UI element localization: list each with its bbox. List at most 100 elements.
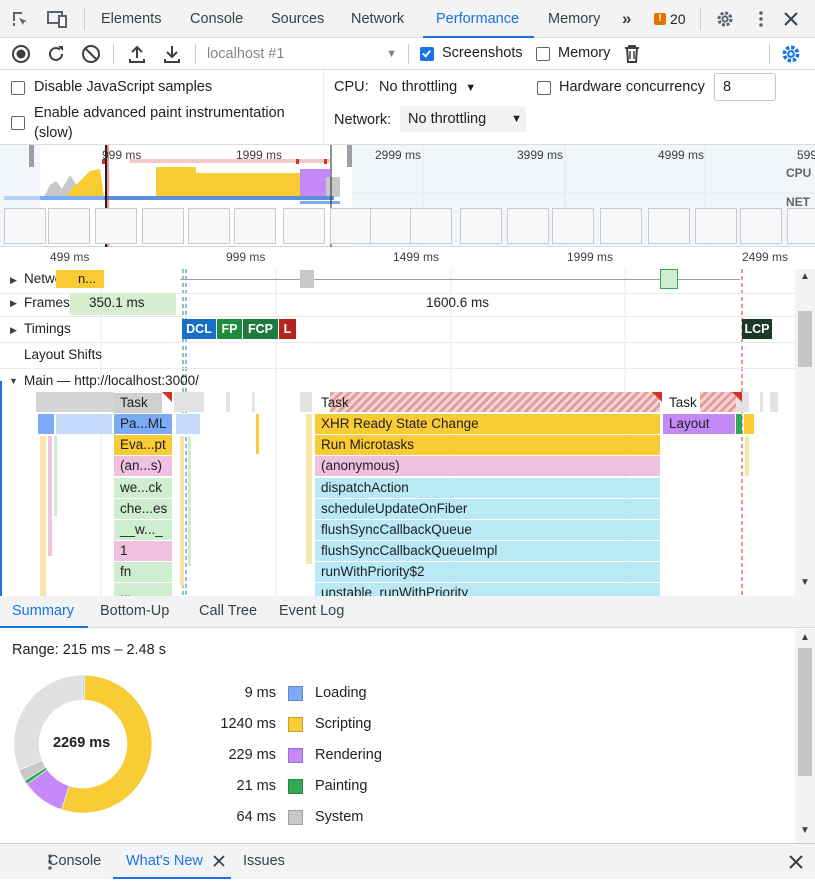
profile-select[interactable]: localhost #1 ▼ (207, 44, 399, 64)
expand-triangle-icon[interactable]: ▶ (10, 325, 17, 336)
close-drawer-icon[interactable] (786, 852, 806, 872)
upload-icon[interactable] (127, 44, 147, 64)
flame-event[interactable]: fn (114, 562, 172, 582)
screenshot-thumbnail (234, 208, 276, 244)
details-tab-bar: Summary Bottom-Up Call Tree Event Log (0, 596, 815, 628)
screenshots-checkbox[interactable] (420, 47, 434, 61)
download-icon[interactable] (162, 44, 182, 64)
flame-event[interactable]: flushSyncCallbackQueueImpl (315, 541, 660, 561)
fp-marker[interactable]: FP (217, 319, 242, 339)
inspect-element-icon[interactable] (10, 9, 30, 29)
advanced-paint-label: Enable advanced paint instrumentation (34, 105, 285, 121)
memory-checkbox[interactable] (536, 47, 550, 61)
flame-event[interactable]: dispatchAction (315, 478, 660, 498)
layout-shifts-track[interactable]: Layout Shifts (0, 343, 795, 369)
cpu-throttling-select[interactable]: No throttling ▼ (379, 79, 476, 95)
issues-count: 20 (670, 11, 686, 27)
capture-settings-gear-icon[interactable] (780, 43, 802, 65)
more-tabs-icon[interactable]: » (622, 0, 631, 38)
load-marker[interactable]: L (279, 319, 296, 339)
flame-event[interactable]: __w..._ (114, 520, 172, 540)
flame-event[interactable]: che...es (114, 499, 172, 519)
donut-slice-idle (13, 674, 84, 771)
drawer-tab-console[interactable]: Console (48, 846, 101, 878)
dcl-marker[interactable]: DCL (182, 319, 216, 339)
tab-sources[interactable]: Sources (271, 0, 324, 38)
scroll-up-icon[interactable]: ▲ (800, 632, 810, 643)
scroll-down-icon[interactable]: ▼ (800, 825, 810, 836)
devtools-tab-bar: Elements Console Sources Network Perform… (0, 0, 815, 38)
summary-value: 9 ms (244, 685, 276, 701)
advanced-paint-label-2: (slow) (34, 125, 73, 141)
advanced-paint-checkbox[interactable] (11, 116, 25, 130)
flame-event[interactable]: Task (114, 393, 162, 413)
tab-network[interactable]: Network (351, 0, 404, 38)
network-request[interactable]: n... (56, 270, 104, 288)
screenshot-thumbnail (283, 208, 325, 244)
flame-event[interactable]: we...ck (114, 478, 172, 498)
summary-scrollbar[interactable]: ▲ ▼ (795, 629, 815, 843)
warning-icon: ! (654, 13, 666, 25)
main-thread-label: Main — http://localhost:3000/ (24, 373, 199, 388)
flame-event[interactable]: Eva...pt (114, 435, 172, 455)
issues-badge[interactable]: ! 20 (654, 11, 686, 27)
tab-summary[interactable]: Summary (12, 596, 74, 628)
device-toolbar-icon[interactable] (46, 9, 68, 29)
overview-tick: 1999 ms (236, 148, 283, 162)
flame-chart[interactable]: Task Pa...ML Eva...pt (an...s) we...ck c… (0, 392, 795, 596)
tab-performance[interactable]: Performance (436, 0, 519, 38)
timeline-scrollbar[interactable]: ▲ ▼ (795, 269, 815, 596)
cpu-label: CPU: (334, 79, 369, 95)
network-throttling-select[interactable]: No throttling ▼ (400, 106, 526, 132)
frames-track-label: Frames (24, 295, 70, 310)
lcp-marker[interactable]: LCP (742, 319, 772, 339)
more-options-icon[interactable] (751, 9, 771, 29)
flame-event[interactable]: Task (663, 393, 703, 413)
flame-event[interactable]: (anonymous) (315, 456, 660, 476)
scrollbar-thumb[interactable] (798, 311, 812, 367)
flame-event[interactable]: Layout (663, 414, 735, 434)
performance-toolbar: localhost #1 ▼ Screenshots Memory (0, 38, 815, 70)
timeline-overview[interactable]: 999 ms 1999 ms 2999 ms 3999 ms 4999 ms 5… (0, 145, 815, 247)
garbage-collect-icon[interactable] (623, 44, 641, 64)
tab-memory[interactable]: Memory (548, 0, 600, 38)
clear-icon[interactable] (81, 44, 101, 64)
timings-track-label: Timings (24, 321, 71, 336)
drawer-tab-issues[interactable]: Issues (243, 846, 285, 878)
flame-event[interactable]: ... (114, 583, 172, 596)
tab-console[interactable]: Console (190, 0, 243, 38)
reload-record-icon[interactable] (46, 44, 66, 64)
flame-event[interactable]: Task (315, 393, 660, 413)
flame-event[interactable]: runWithPriority$2 (315, 562, 660, 582)
hardware-concurrency-input[interactable]: 8 (714, 73, 776, 101)
scroll-up-icon[interactable]: ▲ (800, 271, 810, 282)
expand-triangle-icon[interactable]: ▶ (10, 298, 17, 309)
tab-elements[interactable]: Elements (101, 0, 161, 38)
fcp-marker[interactable]: FCP (243, 319, 278, 339)
settings-gear-icon[interactable] (715, 9, 735, 29)
overview-tick: 3999 ms (517, 148, 564, 162)
expand-triangle-icon[interactable]: ▶ (10, 275, 17, 286)
tab-event-log[interactable]: Event Log (279, 596, 344, 628)
flame-event[interactable]: unstable_runWithPriority (315, 583, 660, 596)
hardware-concurrency-checkbox[interactable] (537, 81, 551, 95)
record-icon[interactable] (11, 44, 31, 64)
flame-event[interactable]: XHR Ready State Change (315, 414, 660, 434)
flame-event[interactable]: 1 (114, 541, 172, 561)
collapse-triangle-icon[interactable]: ▼ (9, 376, 18, 386)
close-devtools-icon[interactable] (781, 9, 801, 29)
drawer-tab-whats-new[interactable]: What's New (126, 846, 203, 878)
timings-track[interactable]: ▶ Timings DCL FP FCP L LCP (0, 317, 795, 343)
flame-event[interactable]: Pa...ML (114, 414, 172, 434)
flame-event[interactable]: Run Microtasks (315, 435, 660, 455)
tab-call-tree[interactable]: Call Tree (199, 596, 257, 628)
tab-bottom-up[interactable]: Bottom-Up (100, 596, 169, 628)
disable-js-samples-checkbox[interactable] (11, 81, 25, 95)
flame-event[interactable]: (an...s) (114, 456, 172, 476)
scroll-down-icon[interactable]: ▼ (800, 577, 810, 588)
close-tab-icon[interactable] (210, 852, 228, 870)
flame-event[interactable]: flushSyncCallbackQueue (315, 520, 660, 540)
scrollbar-thumb[interactable] (798, 648, 812, 776)
frames-track[interactable]: ▶ Frames 350.1 ms 1600.6 ms (0, 291, 795, 317)
flame-event[interactable]: scheduleUpdateOnFiber (315, 499, 660, 519)
